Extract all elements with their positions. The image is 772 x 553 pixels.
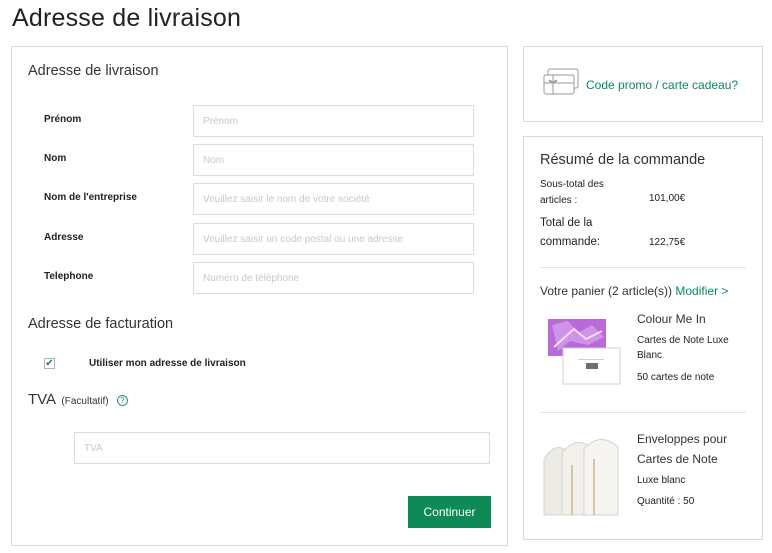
- help-icon[interactable]: ?: [116, 395, 128, 406]
- item-divider: [540, 412, 746, 413]
- company-name-field[interactable]: [193, 183, 474, 215]
- promo-code-link[interactable]: Code promo / carte cadeau?: [586, 78, 738, 92]
- continue-button[interactable]: Continuer: [408, 496, 491, 528]
- telephone-field[interactable]: [193, 262, 474, 294]
- tva-title: TVA: [28, 391, 56, 408]
- total-value: 122,75€: [649, 237, 686, 248]
- cart-item-quantity: 50 cartes de note: [637, 372, 715, 383]
- envelopes-image: [543, 439, 619, 516]
- modify-cart-link[interactable]: Modifier >: [675, 284, 728, 298]
- gift-card-icon: [543, 68, 579, 95]
- shipping-form-panel: Adresse de livraison Prénom Nom Nom de l…: [11, 46, 508, 546]
- cart-item-name: Colour Me In: [637, 312, 706, 326]
- colour-me-in-card-image: [548, 319, 621, 385]
- telephone-label: Telephone: [44, 271, 94, 282]
- address-label: Adresse: [44, 232, 84, 243]
- cart-item-detail: Luxe blanc: [637, 475, 686, 486]
- cart-item-detail: Cartes de Note Luxe Blanc: [637, 335, 729, 361]
- use-shipping-address-checkbox[interactable]: ✔: [44, 358, 55, 369]
- company-name-label: Nom de l'entreprise: [44, 192, 137, 203]
- cart-summary: Votre panier (2 article(s)) Modifier >: [540, 284, 728, 298]
- order-summary-panel: Résumé de la commande Sous-total des art…: [523, 136, 763, 540]
- last-name-field[interactable]: [193, 144, 474, 176]
- shipping-section-title: Adresse de livraison: [28, 63, 159, 79]
- subtotal-label: Sous-total des articles :: [540, 179, 604, 206]
- total-label: Total de la commande:: [540, 217, 601, 248]
- cart-item-quantity: Quantité : 50: [637, 496, 695, 507]
- first-name-label: Prénom: [44, 114, 82, 125]
- first-name-field[interactable]: [193, 105, 474, 137]
- last-name-label: Nom: [44, 153, 67, 164]
- promo-panel: Code promo / carte cadeau?: [523, 46, 763, 122]
- page-title: Adresse de livraison: [12, 4, 242, 32]
- tva-optional-label: (Facultatif): [61, 396, 109, 407]
- cart-count-text: Votre panier (2 article(s)): [540, 284, 673, 298]
- summary-divider: [540, 267, 746, 268]
- cart-item-name: Enveloppes pour Cartes de Note: [637, 432, 728, 466]
- tva-heading: TVA (Facultatif) ?: [28, 391, 128, 408]
- tva-field[interactable]: [74, 432, 490, 464]
- subtotal-value: 101,00€: [649, 193, 686, 204]
- address-field[interactable]: [193, 223, 474, 255]
- use-shipping-address-label: Utiliser mon adresse de livraison: [89, 358, 246, 369]
- summary-title: Résumé de la commande: [540, 152, 706, 168]
- billing-section-title: Adresse de facturation: [28, 316, 174, 332]
